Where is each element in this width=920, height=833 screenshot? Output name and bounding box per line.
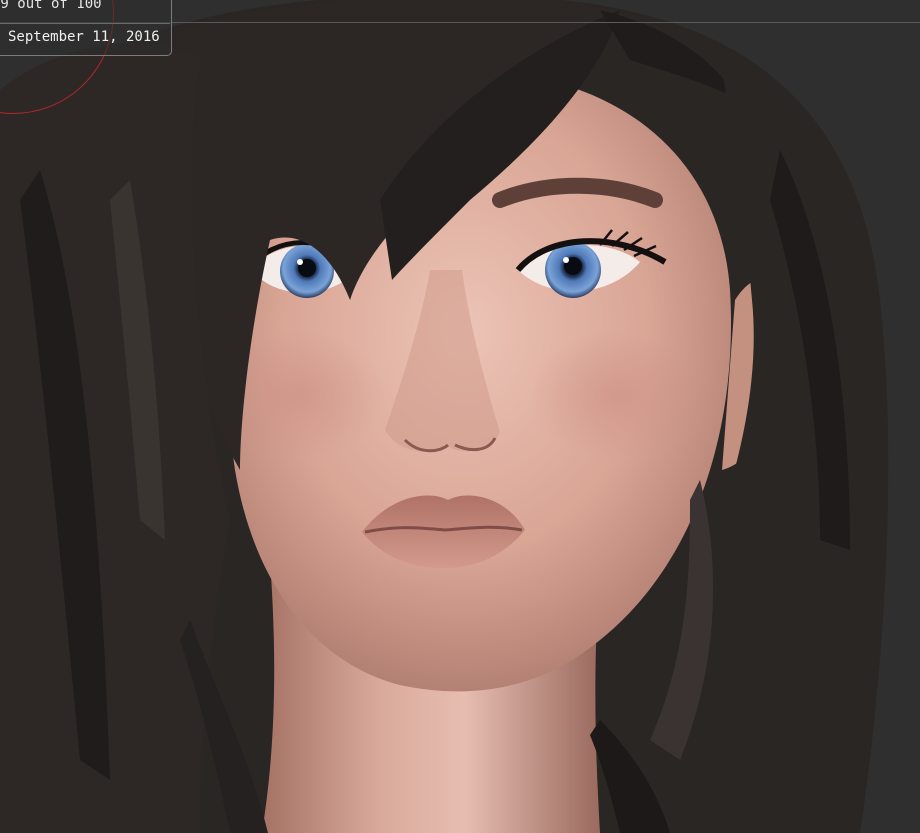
image-counter: 19 out of 100 xyxy=(0,0,102,12)
render-date: September 11, 2016 xyxy=(8,29,160,45)
info-panel-divider xyxy=(0,23,170,24)
sculpt-viewport[interactable]: 19 out of 100 September 11, 2016 xyxy=(0,0,920,833)
character-render xyxy=(0,0,889,833)
